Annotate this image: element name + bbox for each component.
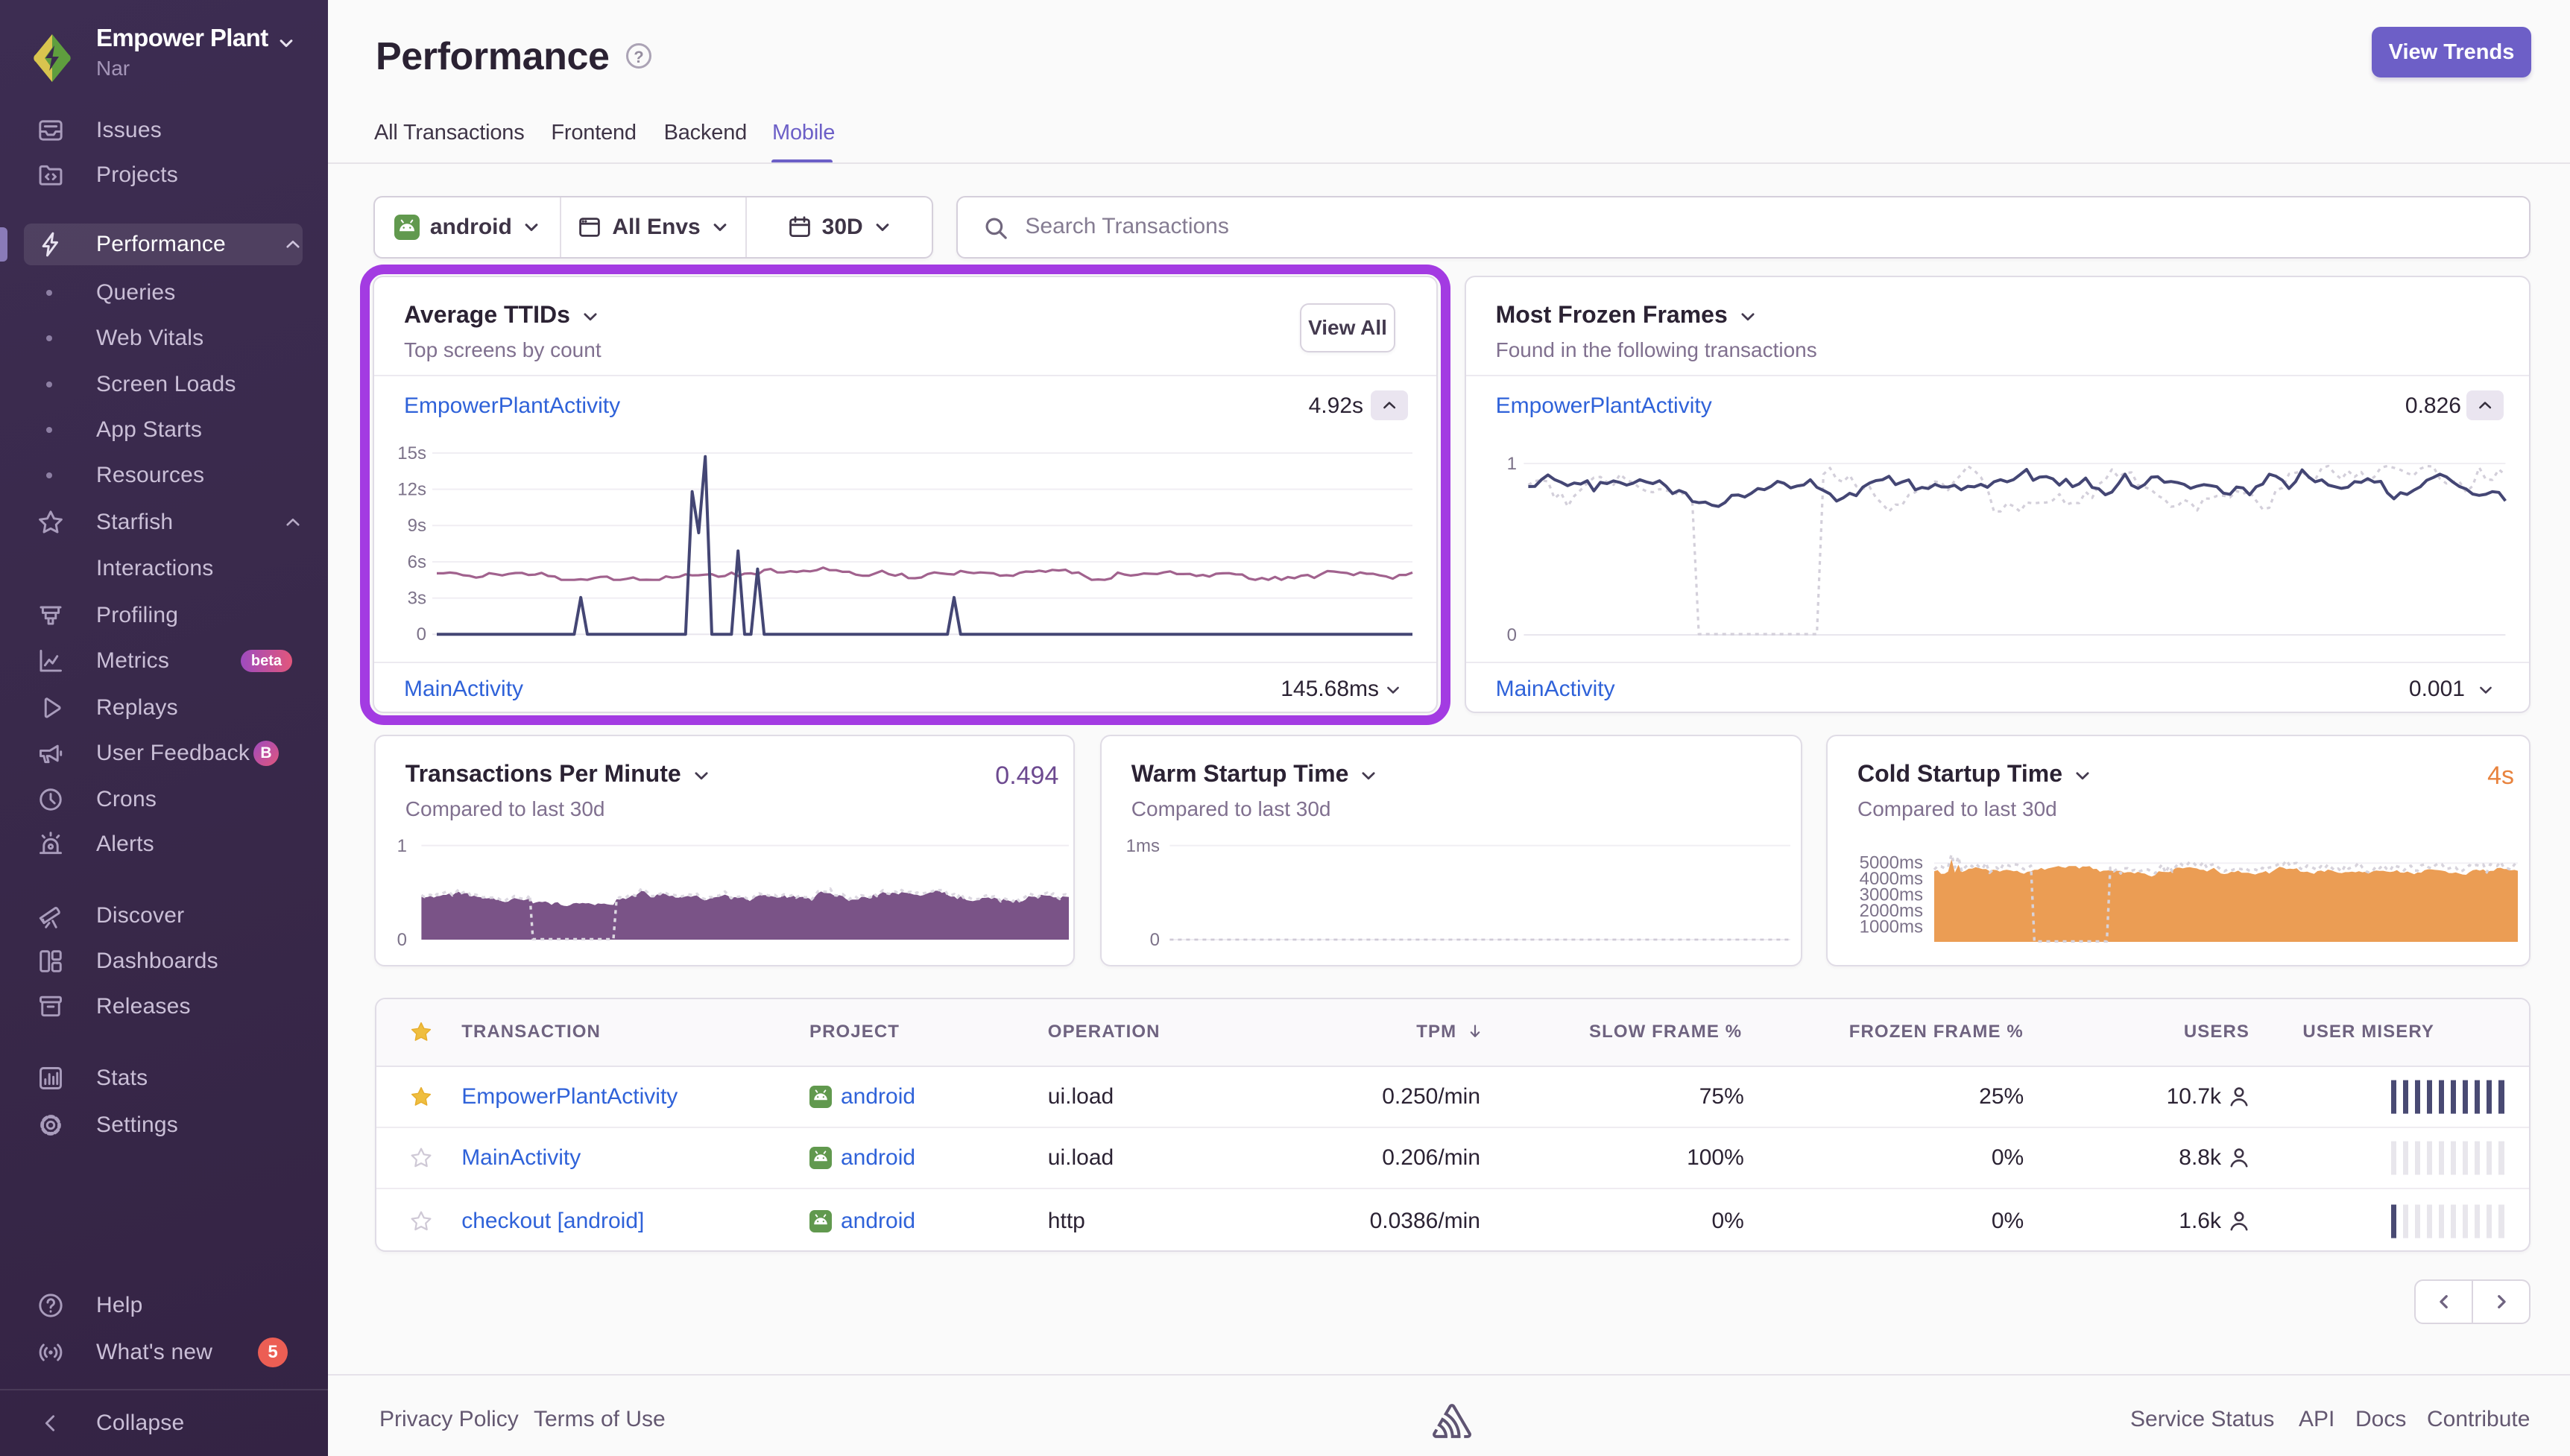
svg-text:6s: 6s [408, 552, 426, 572]
svg-text:3s: 3s [408, 589, 426, 609]
svg-text:1: 1 [1506, 454, 1516, 474]
svg-text:15s: 15s [397, 443, 426, 463]
svg-text:0: 0 [1149, 930, 1159, 950]
svg-text:1000ms: 1000ms [1860, 917, 1923, 937]
svg-text:1ms: 1ms [1125, 836, 1159, 856]
svg-text:0: 0 [417, 624, 426, 645]
svg-text:12s: 12s [397, 480, 426, 500]
svg-text:0: 0 [1506, 625, 1516, 645]
svg-text:9s: 9s [408, 516, 426, 536]
svg-text:0: 0 [397, 930, 406, 950]
svg-text:1: 1 [397, 836, 406, 856]
